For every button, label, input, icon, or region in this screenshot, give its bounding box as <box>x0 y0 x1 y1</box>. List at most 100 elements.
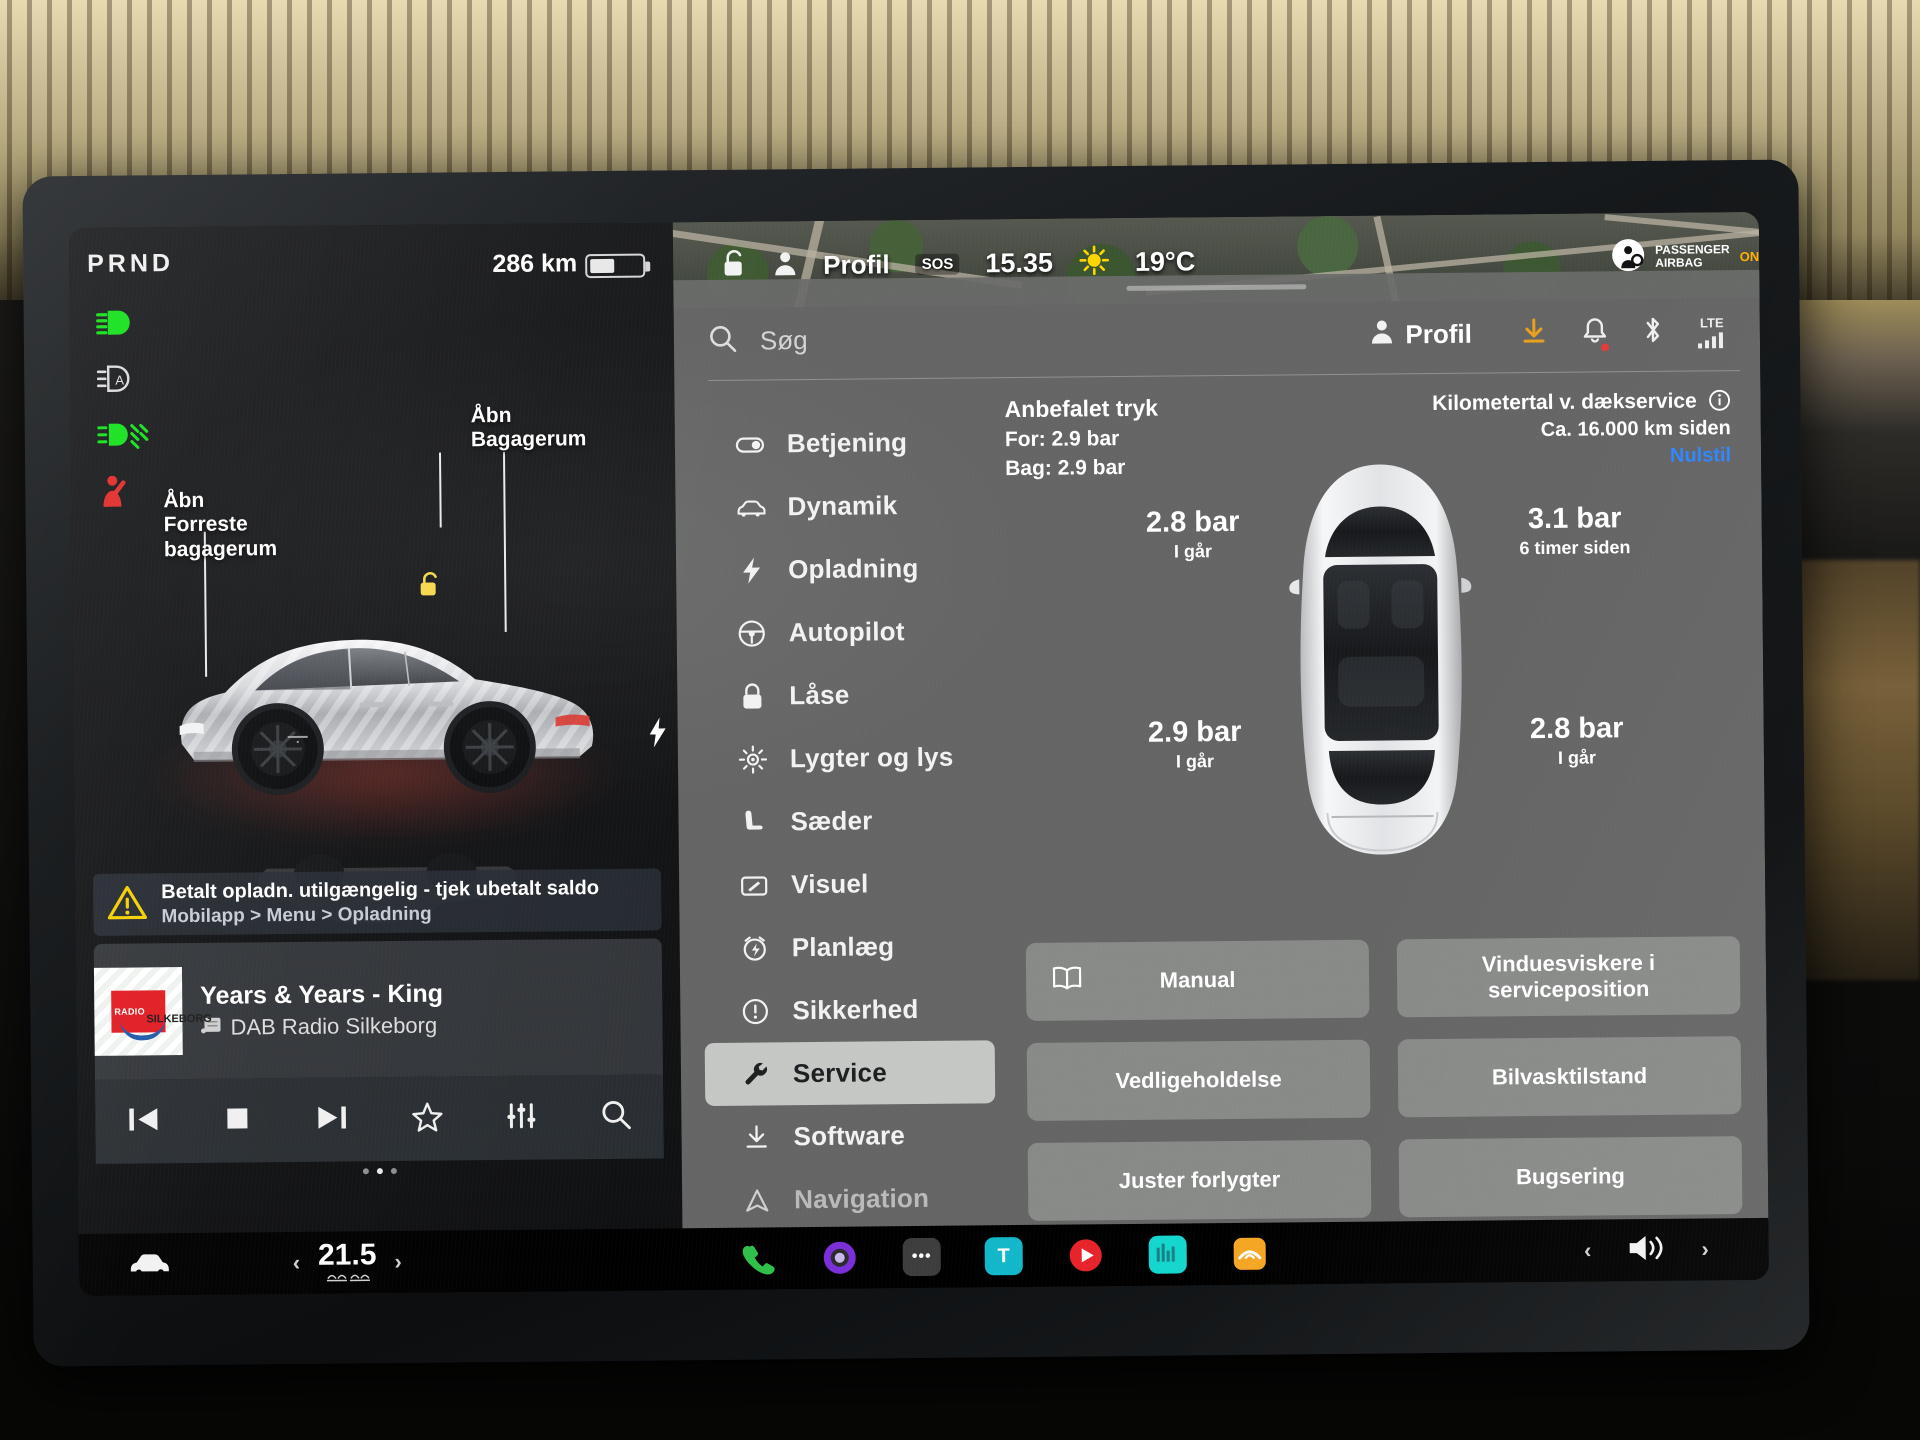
bluetooth-icon[interactable] <box>1642 314 1664 349</box>
car-controls-icon[interactable] <box>127 1247 173 1282</box>
more-apps-button[interactable]: ••• <box>902 1237 941 1277</box>
phone-app[interactable] <box>739 1239 777 1277</box>
menu-item-software[interactable]: Software <box>705 1103 996 1169</box>
status-profile-icon[interactable] <box>773 250 797 281</box>
media-player-card[interactable]: RADIO SILKEBORG Years & Years - King DAB… <box>93 938 663 1080</box>
sun-weather-icon <box>1079 244 1109 280</box>
speaker-icon[interactable] <box>1625 1231 1667 1268</box>
charging-warning-banner[interactable]: Betalt opladn. utilgængelig - tjek ubeta… <box>93 868 662 936</box>
menu-label: Sæder <box>790 805 873 837</box>
tire-front-left: 2.8 bar I går <box>1145 505 1240 562</box>
temp-decrease-chevron[interactable]: ‹ <box>293 1250 301 1276</box>
menu-label: Planlæg <box>791 931 895 963</box>
menu-item-betjening[interactable]: Betjening <box>699 410 990 476</box>
media-controls[interactable] <box>95 1074 664 1164</box>
service-button-label: Bilvasktilstand <box>1491 1062 1648 1090</box>
menu-label: Navigation <box>794 1182 930 1215</box>
service-button-maintenance[interactable]: Vedligeholdelse <box>1026 1039 1371 1121</box>
menu-label: Visuel <box>791 868 869 900</box>
profile-button[interactable]: Profil <box>1369 317 1472 351</box>
menu-item-saeder[interactable]: Sæder <box>702 788 993 854</box>
service-button-towing[interactable]: Bugsering <box>1398 1136 1743 1218</box>
sun-icon <box>738 744 768 774</box>
menu-label: Software <box>793 1120 906 1152</box>
tire-front-right: 3.1 bar 6 timer siden <box>1519 502 1631 559</box>
service-button-label: Juster forlygter <box>1118 1166 1281 1193</box>
menu-item-laase[interactable]: Låse <box>701 662 992 728</box>
download-icon[interactable] <box>1520 316 1548 349</box>
tire-rear-right: 2.8 bar I går <box>1529 712 1624 768</box>
service-button-wipers-service-position[interactable]: Vinduesviskere i serviceposition <box>1396 936 1741 1018</box>
service-button-adjust-headlights[interactable]: Juster forlygter <box>1027 1139 1372 1221</box>
menu-item-autopilot[interactable]: Autopilot <box>700 599 991 665</box>
menu-label: Låse <box>789 679 850 711</box>
lte-label: LTE <box>1699 314 1724 330</box>
service-button-manual[interactable]: Manual <box>1025 939 1370 1021</box>
menu-item-dynamik[interactable]: Dynamik <box>699 473 990 539</box>
info-icon[interactable] <box>1708 389 1731 412</box>
favorite-star-icon[interactable] <box>411 1100 443 1137</box>
menu-item-lygter-og-lys[interactable]: Lygter og lys <box>702 725 993 791</box>
steering-wheel-icon <box>738 619 765 647</box>
temp-increase-chevron[interactable]: › <box>394 1249 402 1275</box>
range-readout: 286 km <box>492 249 578 279</box>
recommended-title: Anbefalet tryk <box>1004 394 1159 423</box>
service-button-label: Bugsering <box>1515 1163 1626 1190</box>
album-art: RADIO SILKEBORG <box>93 967 212 1056</box>
volume-increase-chevron[interactable]: › <box>1701 1236 1709 1262</box>
temperature-control[interactable]: ‹ 21.5 › <box>293 1237 403 1287</box>
profile-avatar-icon <box>1369 318 1393 351</box>
high-beam-telltale <box>96 305 150 340</box>
menu-item-visuel[interactable]: Visuel <box>703 851 994 917</box>
callout-frunk[interactable]: Åbn Forreste bagagerum <box>163 488 277 562</box>
service-button-label: Vinduesviskere i serviceposition <box>1481 949 1656 1003</box>
menu-label: Service <box>792 1057 888 1089</box>
search-field[interactable]: Søg <box>708 317 1370 358</box>
defrost-icons[interactable] <box>324 1268 370 1287</box>
audible-app[interactable] <box>1231 1235 1269 1273</box>
odometer-title: Kilometertal v. dækservice <box>1432 389 1731 416</box>
previous-track-icon[interactable] <box>126 1104 160 1139</box>
apple-music-app[interactable] <box>1148 1235 1187 1274</box>
menu-label: Sikkerhed <box>792 993 919 1026</box>
touchscreen-bezel: Profil SOS 15.35 19°C PASSENGER AIRBAG O… <box>22 159 1810 1367</box>
menu-item-navigation[interactable]: Navigation <box>706 1166 997 1232</box>
search-placeholder: Søg <box>759 324 808 355</box>
unlock-status-icon <box>721 248 747 283</box>
service-buttons-grid: Manual Vinduesviskere i serviceposition … <box>1025 936 1743 1221</box>
media-search-icon[interactable] <box>600 1098 632 1135</box>
menu-item-planlaeg[interactable]: Planlæg <box>703 914 994 980</box>
next-track-icon[interactable] <box>315 1102 349 1137</box>
battery-icon <box>585 253 646 279</box>
toggle-icon <box>735 436 765 453</box>
art-label-radio: RADIO <box>114 1006 145 1017</box>
alert-circle-icon <box>742 998 768 1024</box>
book-icon <box>1052 965 1082 998</box>
airbag-line2: AIRBAG <box>1655 255 1703 270</box>
callout-trunk[interactable]: Åbn Bagagerum <box>471 403 587 453</box>
status-profile-label[interactable]: Profil <box>823 249 890 281</box>
youtube-app[interactable] <box>1067 1236 1105 1274</box>
camera-app[interactable] <box>821 1239 859 1277</box>
infotainment-screen: Profil SOS 15.35 19°C PASSENGER AIRBAG O… <box>68 211 1770 1297</box>
menu-item-sikkerhed[interactable]: Sikkerhed <box>704 977 995 1043</box>
recommended-front: For: 2.9 bar <box>1004 427 1120 452</box>
profile-label: Profil <box>1405 318 1473 349</box>
wrench-icon <box>745 1062 767 1084</box>
charge-port-icon[interactable] <box>648 717 668 754</box>
volume-decrease-chevron[interactable]: ‹ <box>1584 1238 1592 1264</box>
menu-item-service[interactable]: Service <box>704 1040 996 1107</box>
airbag-state: ON <box>1739 248 1760 264</box>
stop-icon[interactable] <box>223 1103 253 1138</box>
art-label-city: SILKEBORG <box>146 1012 212 1026</box>
equalizer-icon[interactable] <box>506 1100 538 1135</box>
menu-item-opladning[interactable]: Opladning <box>700 536 991 602</box>
tidal-app[interactable]: T <box>984 1236 1023 1276</box>
sos-badge[interactable]: SOS <box>915 253 960 275</box>
outside-temperature: 19°C <box>1134 245 1196 277</box>
airbag-warning-icon <box>1611 237 1645 276</box>
lte-signal-icon[interactable]: LTE <box>1698 315 1726 348</box>
bell-icon[interactable] <box>1582 316 1610 351</box>
service-button-car-wash-mode[interactable]: Bilvasktilstand <box>1397 1036 1742 1118</box>
navigation-icon <box>746 1188 769 1212</box>
